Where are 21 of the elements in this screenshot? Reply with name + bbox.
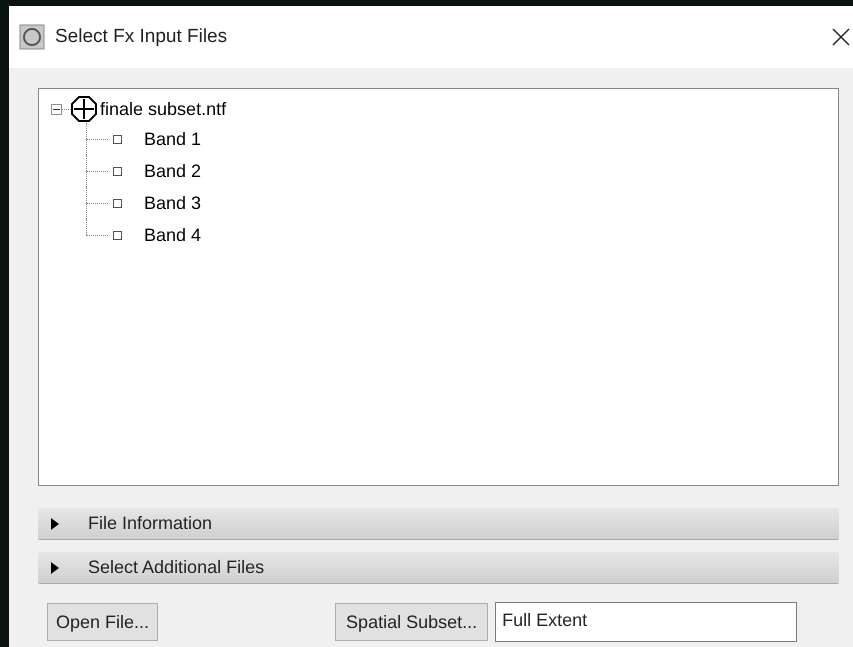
tree-item[interactable]: Band 2 bbox=[144, 158, 202, 184]
app-icon bbox=[19, 24, 45, 50]
band-checkbox[interactable] bbox=[113, 166, 122, 176]
tree-item[interactable]: finale subset.ntf bbox=[100, 96, 226, 122]
window-title: Select Fx Input Files bbox=[55, 24, 228, 49]
collapse-toggle[interactable] bbox=[51, 104, 62, 114]
tree-item[interactable]: Band 3 bbox=[144, 190, 202, 216]
tree-item[interactable]: Band 4 bbox=[144, 222, 202, 248]
tree-item[interactable]: Band 1 bbox=[144, 126, 202, 152]
close-icon bbox=[831, 27, 851, 47]
band-checkbox[interactable] bbox=[113, 198, 122, 208]
band-checkbox[interactable] bbox=[113, 230, 122, 240]
triangle-icon bbox=[50, 562, 60, 574]
triangle-icon bbox=[50, 518, 60, 530]
open-file-button[interactable]: Open File... bbox=[47, 603, 158, 641]
crosshair-icon bbox=[71, 96, 97, 122]
section-header[interactable]: Select Additional Files bbox=[38, 552, 839, 584]
band-checkbox[interactable] bbox=[113, 134, 122, 144]
subset-field[interactable]: Full Extent bbox=[495, 602, 798, 642]
section-header[interactable]: File Information bbox=[38, 508, 839, 540]
spatial-subset-button[interactable]: Spatial Subset... bbox=[335, 603, 488, 641]
